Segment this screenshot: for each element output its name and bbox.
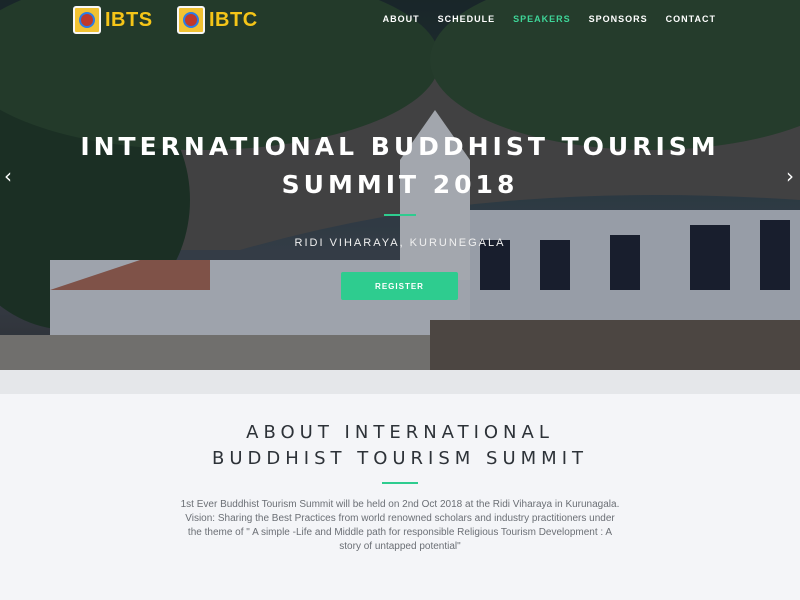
hero-title: INTERNATIONAL BUDDHIST TOURISM SUMMIT 20… (0, 128, 800, 204)
nav-speakers[interactable]: SPEAKERS (513, 14, 571, 24)
about-title-line-1: ABOUT INTERNATIONAL (246, 422, 554, 443)
nav-about[interactable]: ABOUT (383, 14, 420, 24)
hero-title-line-2: SUMMIT 2018 (281, 170, 519, 199)
nav-sponsors[interactable]: SPONSORS (589, 14, 648, 24)
about-description: 1st Ever Buddhist Tourism Summit will be… (180, 499, 620, 552)
register-button[interactable]: REGISTER (341, 272, 458, 300)
ibtc-logo-text: IBTC (209, 8, 258, 31)
about-divider (382, 482, 418, 484)
nav-schedule[interactable]: SCHEDULE (438, 14, 496, 24)
ibtc-emblem-icon (177, 6, 205, 34)
ibts-emblem-icon (73, 6, 101, 34)
ibts-logo[interactable]: IBTS (73, 6, 153, 34)
about-section: ABOUT INTERNATIONAL BUDDHIST TOURISM SUM… (0, 394, 800, 600)
hero-subtitle: RIDI VIHARAYA, KURUNEGALA (294, 237, 506, 249)
hero-banner: IBTS IBTC ABOUT SCHEDULE SPEAKERS SPONSO… (0, 0, 800, 370)
main-nav: ABOUT SCHEDULE SPEAKERS SPONSORS CONTACT (383, 14, 716, 24)
about-title-line-2: BUDDHIST TOURISM SUMMIT (211, 448, 589, 469)
hero-title-line-1: INTERNATIONAL BUDDHIST TOURISM (80, 132, 720, 161)
ibtc-logo[interactable]: IBTC (177, 6, 258, 34)
ibts-logo-text: IBTS (105, 8, 153, 31)
section-separator (0, 370, 800, 394)
hero-divider (384, 214, 416, 216)
nav-contact[interactable]: CONTACT (666, 14, 716, 24)
about-title: ABOUT INTERNATIONAL BUDDHIST TOURISM SUM… (0, 420, 800, 472)
